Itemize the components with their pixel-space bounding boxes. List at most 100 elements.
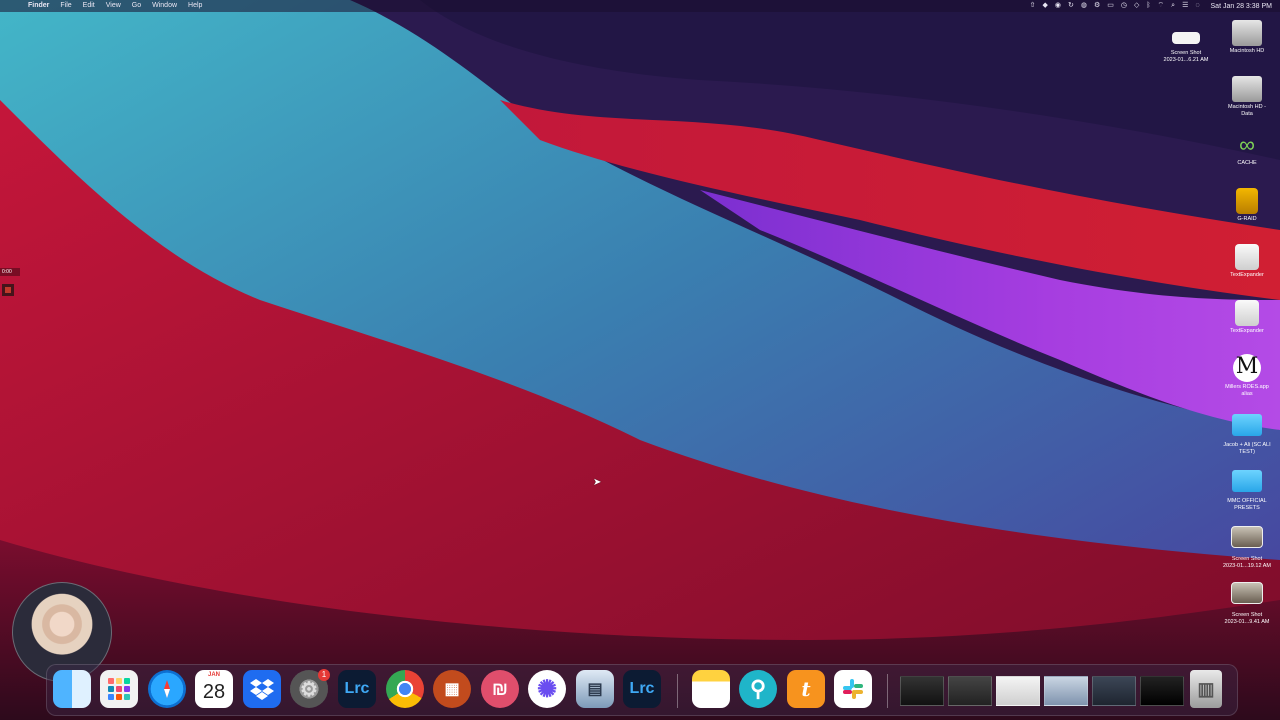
status-menu-area: ⇧ ◆ ◉ ↻ ◍ ⚙ ▭ ◷ ◇ ᛒ ⌔ ⌕ ☰ ◌ Sat Jan 28 3… — [1030, 0, 1272, 12]
textexpander-icon[interactable]: t — [787, 670, 825, 708]
drive-icon — [1236, 188, 1258, 214]
calendar-icon[interactable]: JAN 28 — [195, 670, 233, 708]
launchpad-icon[interactable] — [100, 670, 138, 708]
folder-icon — [1232, 470, 1262, 492]
drive-icon — [1232, 76, 1262, 102]
menu-help[interactable]: Help — [188, 0, 202, 12]
notes-icon[interactable] — [692, 670, 730, 708]
magnifier-glyph-icon: ⚲ — [749, 676, 767, 701]
menu-file[interactable]: File — [60, 0, 71, 12]
desktop-item-label: G-RAID — [1237, 216, 1257, 222]
menu-window[interactable]: Window — [152, 0, 177, 12]
dropbox-icon[interactable] — [243, 670, 281, 708]
clock-status-icon[interactable]: ◷ — [1121, 0, 1127, 12]
dock-separator — [677, 674, 678, 708]
desktop-item-label: Macintosh HD — [1229, 48, 1265, 54]
minimized-window-thumbnail[interactable] — [996, 676, 1040, 706]
search-status-icon[interactable]: ◍ — [1081, 0, 1087, 12]
desktop-item-label: CACHE — [1237, 160, 1257, 166]
desktop-item-macintosh-hd[interactable]: Macintosh HD — [1217, 20, 1277, 55]
desktop-item-label: Screen Shot 2023-01...6.21 AM — [1163, 50, 1209, 63]
app-red-glyph-icon: ₪ — [492, 678, 508, 699]
desktop-item-textexpander-1[interactable]: TextExpander — [1217, 244, 1277, 279]
calendar-month: JAN — [207, 672, 220, 678]
desktop-item-jacob-ali[interactable]: Jacob + Ali (SC ALI TEST) — [1217, 414, 1277, 455]
app-alias-icon: M — [1233, 354, 1261, 382]
desktop-item-screenshot-3[interactable]: Screen Shot 2023-01...9.41 AM — [1217, 582, 1277, 625]
screen-recorder-widget: 0:00 — [0, 268, 20, 296]
trash-icon[interactable]: ▥ — [1190, 670, 1222, 708]
image-app-icon[interactable]: ▦ — [433, 670, 471, 708]
desktop-item-label: Jacob + Ali (SC ALI TEST) — [1223, 442, 1271, 455]
desktop-item-label: TextExpander — [1230, 328, 1264, 334]
trash-glyph-icon: ▥ — [1197, 678, 1215, 699]
gear-icon: ⚙ — [300, 678, 318, 701]
recorder-time: 0:00 — [0, 268, 20, 276]
minimized-window-thumbnail[interactable] — [900, 676, 944, 706]
desktop-item-cache[interactable]: ∞ CACHE — [1217, 132, 1277, 167]
app-red-icon[interactable]: ₪ — [481, 670, 519, 708]
printer-app-icon[interactable]: ▤ — [576, 670, 614, 708]
menu-edit[interactable]: Edit — [83, 0, 95, 12]
minimized-window-thumbnail[interactable] — [1092, 676, 1136, 706]
search-app-icon[interactable]: ⚲ — [739, 670, 777, 708]
menu-app-name[interactable]: Finder — [28, 0, 49, 12]
printer-glyph-icon: ▤ — [587, 681, 603, 698]
mouse-cursor-icon: ➤ — [593, 477, 602, 488]
desktop-item-label: Millers ROES.app alias — [1225, 384, 1269, 397]
calendar-day: 28 — [202, 680, 226, 703]
desktop-item-millers-roes[interactable]: M Millers ROES.app alias — [1217, 354, 1277, 397]
flower-app-icon[interactable]: ✺ — [528, 670, 566, 708]
desktop-item-label: TextExpander — [1230, 272, 1264, 278]
dropbox-status-icon[interactable]: ◇ — [1134, 0, 1139, 12]
app-status-icon[interactable]: ◆ — [1042, 0, 1047, 12]
sync-icon[interactable]: ↻ — [1068, 0, 1074, 12]
desktop-item-textexpander-2[interactable]: TextExpander — [1217, 300, 1277, 335]
desktop-item-label: Screen Shot 2023-01...19.12 AM — [1222, 556, 1271, 569]
display-icon[interactable]: ▭ — [1107, 0, 1114, 12]
slack-icon[interactable] — [834, 670, 872, 708]
minimized-window-thumbnail[interactable] — [948, 676, 992, 706]
siri-icon[interactable]: ◌ — [1195, 0, 1199, 12]
desktop-item-screenshot-1[interactable]: Screen Shot 2023-01...6.21 AM — [1156, 24, 1216, 63]
image-app-glyph-icon: ▦ — [444, 681, 460, 698]
chrome-icon[interactable] — [386, 670, 424, 708]
textexpander-glyph-icon: t — [801, 677, 811, 701]
recorder-stop-button[interactable] — [2, 284, 14, 296]
minimized-window-thumbnail[interactable] — [1044, 676, 1088, 706]
lightroom-classic-icon[interactable]: Lrc — [338, 670, 376, 708]
desktop-item-macintosh-hd-data[interactable]: Macintosh HD - Data — [1217, 76, 1277, 117]
screenshot-icon — [1231, 526, 1263, 548]
menu-bar: Finder File Edit View Go Window Help ⇧ ◆… — [0, 0, 1280, 12]
finder-icon[interactable] — [53, 670, 91, 708]
upload-icon[interactable]: ⇧ — [1030, 0, 1036, 12]
desktop-wallpaper — [0, 0, 1280, 720]
dock-separator — [887, 674, 888, 708]
safari-icon[interactable] — [148, 670, 186, 708]
minimized-window-thumbnail[interactable] — [1140, 676, 1184, 706]
wifi-icon[interactable]: ⌔ — [1158, 0, 1165, 12]
screenshot-icon — [1172, 32, 1200, 44]
drive-icon — [1232, 20, 1262, 46]
desktop-item-g-raid[interactable]: G-RAID — [1217, 188, 1277, 223]
record-status-icon[interactable]: ◉ — [1055, 0, 1061, 12]
lightroom-classic-icon-2[interactable]: Lrc — [623, 670, 661, 708]
desktop-item-label: Macintosh HD - Data — [1228, 104, 1266, 117]
settings-badge: 1 — [318, 669, 330, 681]
desktop-item-screenshot-2[interactable]: Screen Shot 2023-01...19.12 AM — [1217, 526, 1277, 569]
cache-icon: ∞ — [1239, 132, 1255, 157]
search-icon[interactable]: ⌕ — [1171, 0, 1175, 12]
folder-icon — [1232, 414, 1262, 436]
gear-icon[interactable]: ⚙ — [1094, 0, 1100, 12]
menu-view[interactable]: View — [106, 0, 121, 12]
disk-image-icon — [1235, 300, 1259, 326]
screenshot-icon — [1231, 582, 1263, 604]
menu-go[interactable]: Go — [132, 0, 141, 12]
desktop-item-label: Screen Shot 2023-01...9.41 AM — [1224, 612, 1270, 625]
control-center-icon[interactable]: ☰ — [1182, 0, 1188, 12]
desktop-item-label: MMC OFFICIAL PRESETS — [1227, 498, 1267, 511]
desktop-item-mmc-presets[interactable]: MMC OFFICIAL PRESETS — [1217, 470, 1277, 511]
flower-glyph-icon: ✺ — [536, 675, 558, 703]
menu-clock[interactable]: Sat Jan 28 3:38 PM — [1211, 3, 1272, 10]
bluetooth-icon[interactable]: ᛒ — [1146, 0, 1150, 12]
